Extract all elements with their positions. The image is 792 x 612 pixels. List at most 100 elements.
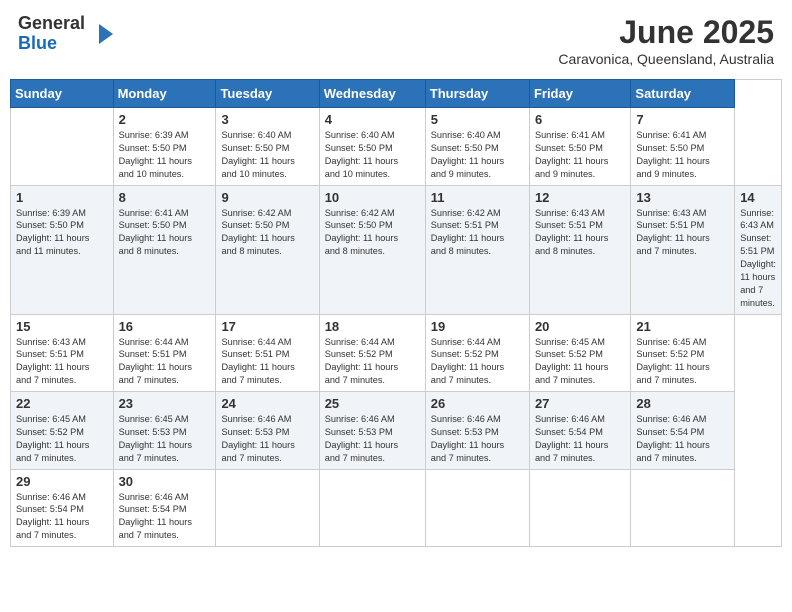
day-info: Sunrise: 6:45 AMSunset: 5:52 PMDaylight:… [636,337,709,386]
calendar-day-cell: 29Sunrise: 6:46 AMSunset: 5:54 PMDayligh… [11,469,114,547]
calendar-day-cell: 10 Sunrise: 6:42 AMSunset: 5:50 PMDayligh… [319,185,425,314]
day-info: Sunrise: 6:46 AMSunset: 5:54 PMDaylight:… [636,414,709,463]
day-info: Sunrise: 6:42 AMSunset: 5:51 PMDaylight:… [431,208,504,257]
calendar-day-cell: 26 Sunrise: 6:46 AMSunset: 5:53 PMDayligh… [425,392,529,470]
day-number: 4 [325,112,420,127]
calendar-header-row: SundayMondayTuesdayWednesdayThursdayFrid… [11,80,782,108]
day-info: Sunrise: 6:41 AMSunset: 5:50 PMDaylight:… [119,208,192,257]
day-number: 17 [221,319,313,334]
calendar-day-cell: 16Sunrise: 6:44 AMSunset: 5:51 PMDayligh… [113,314,216,392]
day-info: Sunrise: 6:43 AMSunset: 5:51 PMDaylight:… [535,208,608,257]
day-number: 8 [119,190,211,205]
day-of-week-header: Thursday [425,80,529,108]
location-title: Caravonica, Queensland, Australia [558,51,774,67]
logo-icon [89,20,117,48]
day-number: 3 [221,112,313,127]
day-info: Sunrise: 6:46 AMSunset: 5:54 PMDaylight:… [535,414,608,463]
day-number: 21 [636,319,729,334]
calendar-day-cell: 4 Sunrise: 6:40 AMSunset: 5:50 PMDaylight… [319,108,425,186]
day-number: 20 [535,319,625,334]
day-number: 26 [431,396,524,411]
day-number: 10 [325,190,420,205]
calendar-day-cell: 19 Sunrise: 6:44 AMSunset: 5:52 PMDayligh… [425,314,529,392]
calendar-day-cell: 6 Sunrise: 6:41 AMSunset: 5:50 PMDaylight… [529,108,630,186]
calendar-day-cell [216,469,319,547]
day-number: 22 [16,396,108,411]
calendar-day-cell [425,469,529,547]
day-of-week-header: Saturday [631,80,735,108]
day-info: Sunrise: 6:41 AMSunset: 5:50 PMDaylight:… [636,130,709,179]
day-number: 14 [740,190,776,205]
calendar-day-cell: 11 Sunrise: 6:42 AMSunset: 5:51 PMDayligh… [425,185,529,314]
calendar-day-cell: 12 Sunrise: 6:43 AMSunset: 5:51 PMDayligh… [529,185,630,314]
day-info: Sunrise: 6:42 AMSunset: 5:50 PMDaylight:… [325,208,398,257]
day-number: 9 [221,190,313,205]
day-info: Sunrise: 6:41 AMSunset: 5:50 PMDaylight:… [535,130,608,179]
calendar-day-cell [631,469,735,547]
calendar-day-cell: 28 Sunrise: 6:46 AMSunset: 5:54 PMDayligh… [631,392,735,470]
day-number: 2 [119,112,211,127]
calendar-week-row: 2Sunrise: 6:39 AMSunset: 5:50 PMDaylight… [11,108,782,186]
day-number: 30 [119,474,211,489]
day-info: Sunrise: 6:46 AMSunset: 5:54 PMDaylight:… [16,492,89,541]
day-info: Sunrise: 6:40 AMSunset: 5:50 PMDaylight:… [221,130,294,179]
day-info: Sunrise: 6:40 AMSunset: 5:50 PMDaylight:… [325,130,398,179]
logo-general-text: General [18,14,85,34]
header: General Blue June 2025 Caravonica, Queen… [10,10,782,71]
calendar-day-cell: 14 Sunrise: 6:43 AMSunset: 5:51 PMDayligh… [735,185,782,314]
day-info: Sunrise: 6:45 AMSunset: 5:52 PMDaylight:… [535,337,608,386]
day-number: 12 [535,190,625,205]
day-of-week-header: Tuesday [216,80,319,108]
day-info: Sunrise: 6:43 AMSunset: 5:51 PMDaylight:… [636,208,709,257]
day-number: 13 [636,190,729,205]
day-of-week-header: Wednesday [319,80,425,108]
month-title: June 2025 [558,14,774,51]
day-number: 6 [535,112,625,127]
calendar-day-cell: 13 Sunrise: 6:43 AMSunset: 5:51 PMDayligh… [631,185,735,314]
day-info: Sunrise: 6:46 AMSunset: 5:53 PMDaylight:… [325,414,398,463]
day-number: 7 [636,112,729,127]
calendar-day-cell: 17 Sunrise: 6:44 AMSunset: 5:51 PMDayligh… [216,314,319,392]
calendar-week-row: 1 Sunrise: 6:39 AMSunset: 5:50 PMDaylight… [11,185,782,314]
day-number: 23 [119,396,211,411]
day-of-week-header: Monday [113,80,216,108]
day-number: 1 [16,190,108,205]
day-of-week-header: Friday [529,80,630,108]
calendar-day-cell: 8 Sunrise: 6:41 AMSunset: 5:50 PMDaylight… [113,185,216,314]
day-number: 28 [636,396,729,411]
day-info: Sunrise: 6:44 AMSunset: 5:52 PMDaylight:… [431,337,504,386]
calendar-week-row: 15 Sunrise: 6:43 AMSunset: 5:51 PMDayligh… [11,314,782,392]
calendar-day-cell [529,469,630,547]
calendar-day-cell: 27 Sunrise: 6:46 AMSunset: 5:54 PMDayligh… [529,392,630,470]
day-info: Sunrise: 6:46 AMSunset: 5:53 PMDaylight:… [221,414,294,463]
day-number: 19 [431,319,524,334]
day-number: 27 [535,396,625,411]
day-number: 11 [431,190,524,205]
day-info: Sunrise: 6:43 AMSunset: 5:51 PMDaylight:… [16,337,89,386]
day-number: 15 [16,319,108,334]
calendar-day-cell: 5Sunrise: 6:40 AMSunset: 5:50 PMDaylight… [425,108,529,186]
calendar-day-cell [319,469,425,547]
calendar-day-cell: 18 Sunrise: 6:44 AMSunset: 5:52 PMDayligh… [319,314,425,392]
calendar-table: SundayMondayTuesdayWednesdayThursdayFrid… [10,79,782,547]
calendar-day-cell: 15 Sunrise: 6:43 AMSunset: 5:51 PMDayligh… [11,314,114,392]
title-area: June 2025 Caravonica, Queensland, Austra… [558,14,774,67]
calendar-day-cell: 9Sunrise: 6:42 AMSunset: 5:50 PMDaylight… [216,185,319,314]
calendar-day-cell: 25 Sunrise: 6:46 AMSunset: 5:53 PMDayligh… [319,392,425,470]
day-info: Sunrise: 6:46 AMSunset: 5:53 PMDaylight:… [431,414,504,463]
calendar-day-cell: 22Sunrise: 6:45 AMSunset: 5:52 PMDayligh… [11,392,114,470]
day-info: Sunrise: 6:44 AMSunset: 5:51 PMDaylight:… [221,337,294,386]
calendar-day-cell: 21 Sunrise: 6:45 AMSunset: 5:52 PMDayligh… [631,314,735,392]
day-number: 16 [119,319,211,334]
day-number: 25 [325,396,420,411]
day-info: Sunrise: 6:44 AMSunset: 5:52 PMDaylight:… [325,337,398,386]
day-info: Sunrise: 6:39 AMSunset: 5:50 PMDaylight:… [16,208,89,257]
day-info: Sunrise: 6:45 AMSunset: 5:53 PMDaylight:… [119,414,192,463]
day-number: 18 [325,319,420,334]
calendar-day-cell: 23 Sunrise: 6:45 AMSunset: 5:53 PMDayligh… [113,392,216,470]
day-info: Sunrise: 6:46 AMSunset: 5:54 PMDaylight:… [119,492,192,541]
calendar-week-row: 22Sunrise: 6:45 AMSunset: 5:52 PMDayligh… [11,392,782,470]
logo: General Blue [18,14,117,54]
day-info: Sunrise: 6:43 AMSunset: 5:51 PMDaylight:… [740,208,776,308]
calendar-week-row: 29Sunrise: 6:46 AMSunset: 5:54 PMDayligh… [11,469,782,547]
